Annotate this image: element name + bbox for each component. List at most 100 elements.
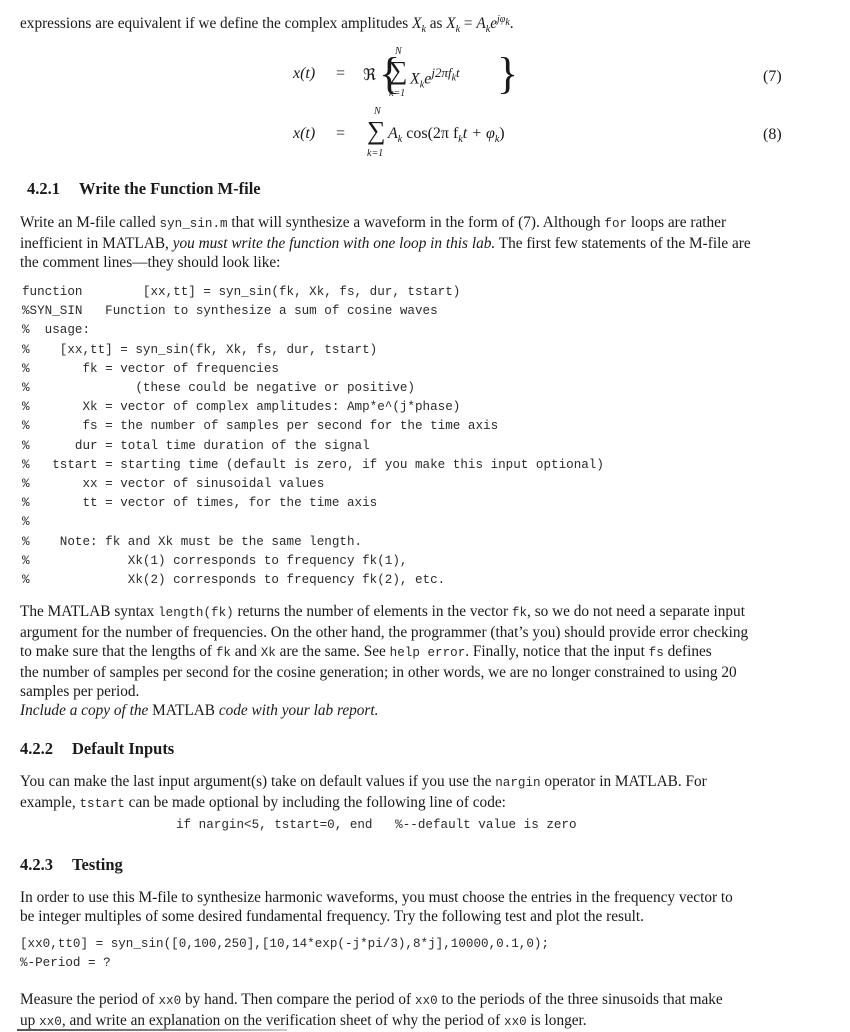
code-line: % [xx,tt] = syn_sin(fk, Xk, fs, dur, tst… xyxy=(22,342,378,357)
equals: = xyxy=(460,15,477,33)
eq7-sum-bottom: k=1 xyxy=(389,88,406,99)
matlab-smallcaps: ATLAB xyxy=(165,702,216,719)
t: are the same. See xyxy=(275,643,390,660)
mfile-code-block: function [xx,tt] = syn_sin(fk, Xk, fs, d… xyxy=(22,283,604,590)
p1-line2: inefficient in MATLAB, you must write th… xyxy=(20,234,840,253)
eq7-equals: = xyxy=(336,65,346,82)
section-number: 4.2.1 xyxy=(27,179,60,198)
code-line: % usage: xyxy=(22,323,91,338)
code-line: % fs = the number of samples per second … xyxy=(22,419,499,434)
default-value-code: if nargin<5, tstart=0, end %--default va… xyxy=(176,818,577,832)
eq7-exponent: j2πf xyxy=(431,65,452,80)
code-line: % Xk(1) corresponds to frequency fk(1), xyxy=(22,553,408,568)
t: , so we do not need a separate input xyxy=(527,603,745,620)
code-nargin: nargin xyxy=(495,776,541,790)
code-tstart: tstart xyxy=(79,797,125,811)
t: inefficient in M xyxy=(20,235,116,252)
t: , xyxy=(165,235,173,252)
code-syn-sin-m: syn_sin.m xyxy=(159,217,228,231)
section-4-2-3-heading: 4.2.3 Testing xyxy=(20,855,123,875)
t: can be made optional by including the fo… xyxy=(124,794,506,811)
code-xx0: xx0 xyxy=(504,1015,527,1029)
code-line: % xx = vector of sinusoidal values xyxy=(22,477,325,492)
eq7-number: (7) xyxy=(763,68,782,85)
code-xx0: xx0 xyxy=(414,994,438,1008)
code-xx0: xx0 xyxy=(39,1015,62,1029)
eq7-lhs-text: x(t) xyxy=(293,65,316,82)
q-line3: to make sure that the lengths of fk and … xyxy=(20,642,850,663)
eq7-body: Xkej2πfkt xyxy=(410,65,460,91)
section1-paragraph-2: The MATLAB syntax length(fk) returns the… xyxy=(20,602,850,720)
code-length-fk: length(fk) xyxy=(158,606,234,620)
eq8-sum-bottom: k=1 xyxy=(367,148,384,159)
q-line6: Include a copy of the MATLAB code with y… xyxy=(20,701,850,720)
t: Write an M-file called xyxy=(20,214,160,231)
code-line: % xyxy=(22,515,30,530)
section2-paragraph: You can make the last input argument(s) … xyxy=(20,772,850,814)
s2-line2: example, tstart can be made optional by … xyxy=(20,793,850,814)
t: , and write an explanation on the verifi… xyxy=(61,1012,505,1029)
code-fs: fs xyxy=(648,646,664,660)
code-line: % tt = vector of times, for the time axi… xyxy=(22,496,378,511)
section-title: Write the Function M-file xyxy=(79,179,261,198)
q-line2: argument for the number of frequencies. … xyxy=(20,624,749,641)
eq8-sum-symbol: ∑ xyxy=(367,116,386,145)
t: that will synthesize a waveform in the f… xyxy=(227,214,605,231)
code-line: % Xk(2) corresponds to frequency fk(2), … xyxy=(22,573,446,588)
eq8-close: ) xyxy=(499,125,505,142)
t: up xyxy=(20,1012,40,1029)
code-fk: fk xyxy=(215,646,231,660)
code-fk: fk xyxy=(511,606,528,620)
q-line1: The MATLAB syntax length(fk) returns the… xyxy=(20,602,850,623)
code-line: % Note: fk and Xk must be the same lengt… xyxy=(22,534,363,549)
intro-text: expressions are equivalent if we define … xyxy=(20,15,413,33)
eq8-body: Ak cos(2π fkt + φk) xyxy=(388,125,505,145)
t: defines xyxy=(663,643,712,660)
t: is longer. xyxy=(526,1012,587,1029)
code-line: %SYN_SIN Function to synthesize a sum of… xyxy=(22,304,438,319)
eq7-real-part-symbol: ℜ xyxy=(363,67,377,84)
matlab-smallcaps: ATLAB xyxy=(61,603,111,620)
code-line: % fk = vector of frequencies xyxy=(22,361,279,376)
code-line: % (these could be negative or positive) xyxy=(22,381,415,396)
t: code with your lab report. xyxy=(215,702,379,719)
eq7-xk: X xyxy=(410,70,420,88)
matlab-smallcaps: ATLAB xyxy=(628,773,678,790)
t: example, xyxy=(20,794,80,811)
intro-line: expressions are equivalent if we define … xyxy=(20,10,514,39)
eq8-lhs: x(t) xyxy=(293,125,315,143)
s2-line1: You can make the last input argument(s) … xyxy=(20,772,850,793)
t: by hand. Then compare the period of xyxy=(181,991,415,1008)
t: returns the number of elements in the ve… xyxy=(233,603,512,620)
eq8-lhs-text: x(t) xyxy=(293,125,316,142)
matlab-smallcaps: ATLAB xyxy=(115,235,166,252)
eq7-lhs: x(t) xyxy=(293,65,315,83)
eq7-exp-t: t xyxy=(456,65,460,80)
test-code-block: [xx0,tt0] = syn_sin([0,100,250],[10,14*e… xyxy=(20,935,549,973)
eq7-sum-symbol: ∑ xyxy=(389,56,408,85)
section-title: Testing xyxy=(72,855,123,874)
section-title: Default Inputs xyxy=(72,739,175,758)
code-line: % tstart = starting time (default is zer… xyxy=(22,457,604,472)
code-for: for xyxy=(604,217,628,231)
as-word: as xyxy=(425,15,447,33)
section-4-2-2-heading: 4.2.2 Default Inputs xyxy=(20,739,174,759)
t: and xyxy=(230,643,261,660)
code-xk: Xk xyxy=(260,646,276,660)
q-line5: samples per period. xyxy=(20,683,140,700)
t: syntax xyxy=(110,603,159,620)
code-line: %-Period = ? xyxy=(20,956,111,970)
var-a: A xyxy=(476,15,486,33)
code-line: % dur = total time duration of the signa… xyxy=(22,438,370,453)
t: M xyxy=(152,702,166,719)
s3-line2: be integer multiples of some desired fun… xyxy=(20,908,644,925)
t: Measure the period of xyxy=(20,991,159,1008)
emphasis-one-loop: you must write the function with one loo… xyxy=(172,235,496,252)
m-line1: Measure the period of xx0 by hand. Then … xyxy=(20,990,850,1011)
t: to the periods of the three sinusoids th… xyxy=(437,991,723,1008)
eq8-number: (8) xyxy=(763,126,782,143)
t: loops are rather xyxy=(627,214,727,231)
eq8-cos: cos(2π f xyxy=(402,125,459,142)
eq7-right-brace: } xyxy=(497,49,519,98)
code-line: function [xx,tt] = syn_sin(fk, Xk, fs, d… xyxy=(22,285,461,299)
